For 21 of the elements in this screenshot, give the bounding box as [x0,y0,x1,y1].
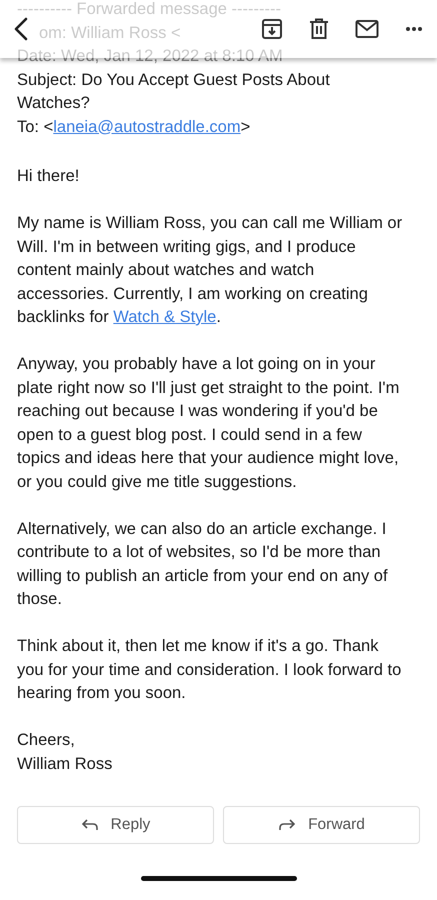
mail-icon[interactable] [355,19,379,39]
subject-line: Subject: Do You Accept Guest Posts About Watches? [17,70,331,114]
more-icon[interactable] [405,26,423,32]
paragraph: My name is William Ross, you can call me William or Will. I'm in between writing gigs, and I produce content mainly about watches and watch accessories. Currently, I am working on creating backlinks for Watch & Style. [17,213,404,328]
reply-icon [80,818,99,832]
paragraph: Think about it, then let me know if it's a go. Thank you for your time and consideration. I look forward to hearing from you soon. [17,636,402,704]
delete-icon[interactable] [309,18,329,40]
date-line: Date: Wed, Jan 12, 2022 at 8:10 AM [17,46,283,67]
forward-icon [278,818,296,832]
forward-button[interactable]: Forward [223,806,420,844]
back-icon[interactable] [14,17,28,41]
reply-button[interactable]: Reply [17,806,214,844]
paragraph: Anyway, you probably have a lot going on in your plate right now so I'll just get straight to the point. I'm reaching out because I was wondering if you'd be open to a guest blog post. I could send in a few topics and ideas here that your audience might love, or you could give me title suggestions. [17,354,400,492]
signoff-line: William Ross [17,754,114,774]
paragraph: Alternatively, we can also do an article exchange. I contribute to a lot of websites, so I'd be more than willing to publish an article from your end on any of those. [17,518,389,610]
paragraph: Hi there! [17,166,80,187]
recipient-line: To: <laneia@autostraddle.com> [17,116,252,138]
archive-icon[interactable] [261,18,283,40]
website-link[interactable]: Watch & Style [113,308,216,326]
signoff-line: Cheers, [17,730,76,751]
email-link[interactable]: laneia@autostraddle.com [53,118,241,136]
